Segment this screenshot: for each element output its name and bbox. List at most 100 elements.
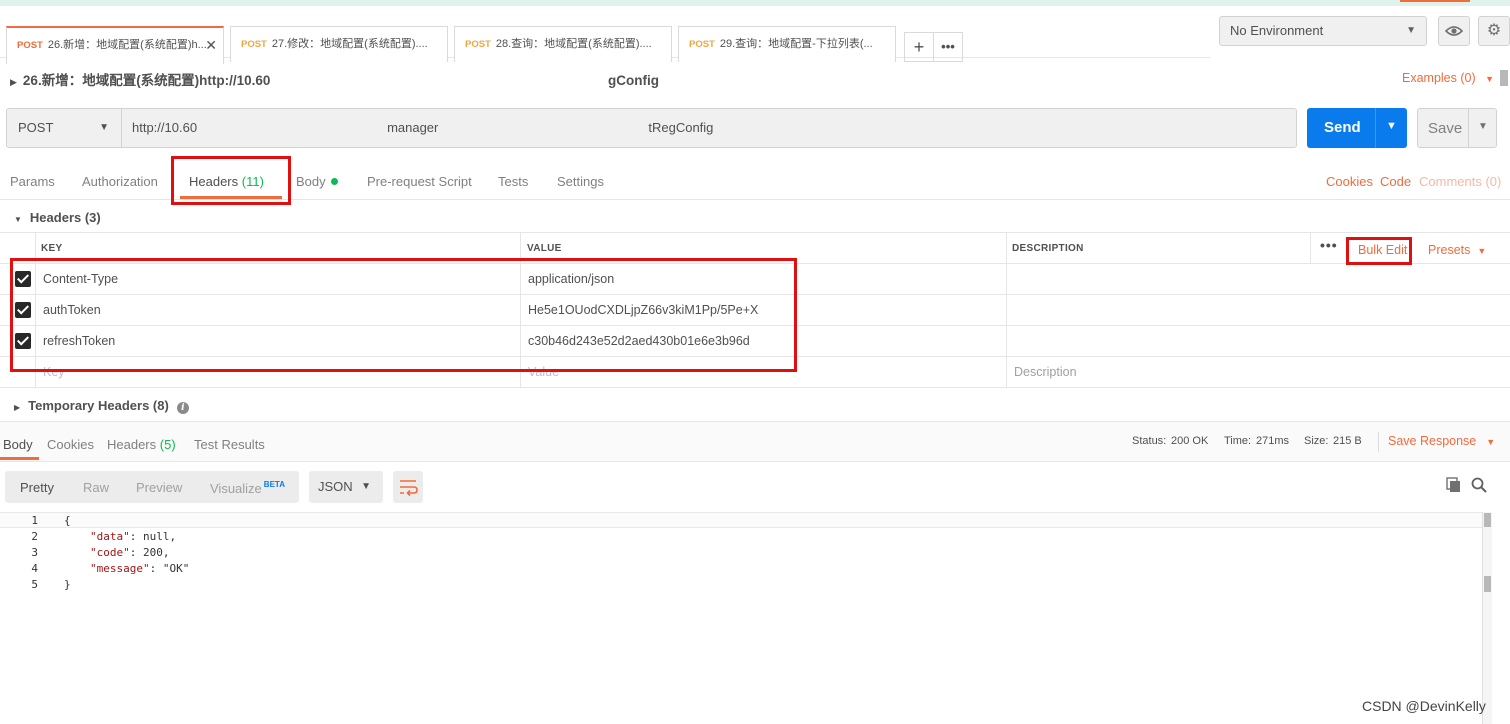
json-value: : 200, [129,546,170,559]
header-key-cell[interactable]: authToken [43,303,101,317]
response-tab-cookies[interactable]: Cookies [47,437,94,452]
tab-title: 27.修改：地域配置(系统配置).... [271,38,428,50]
time-value[interactable]: 271ms [1256,435,1289,447]
header-row-checkbox[interactable] [15,333,31,349]
examples-dropdown[interactable]: Examples (0) ▼ [1402,71,1494,85]
tab-title: 26.新增：地域配置(系统配置)h... [47,39,207,51]
status-value[interactable]: 200 OK [1171,435,1208,447]
search-icon[interactable] [1470,476,1488,494]
chevron-down-icon[interactable]: ▼ [1478,121,1488,132]
format-select[interactable]: JSON ▼ [309,471,383,503]
json-key: "data" [90,530,130,543]
more-options-icon[interactable]: ••• [1320,237,1338,253]
request-tab-29[interactable]: POST 29.查询：地域配置-下拉列表(... [678,26,896,62]
method-value: POST [18,120,54,135]
request-tab-26[interactable]: POST 26.新增：地域配置(系统配置)h... ✕ [6,26,224,64]
tab-title: 29.查询：地域配置-下拉列表(... [719,38,873,50]
active-tab-indicator [180,196,282,199]
line-number: 1 [31,514,38,527]
response-tab-body[interactable]: Body [3,437,33,452]
time-label: Time: [1224,435,1252,447]
header-value-cell[interactable]: He5e1OUodCXDLjpZ66v3kiM1Pp/5Pe+X [528,303,758,317]
bulk-edit-link[interactable]: Bulk Edit [1358,243,1407,257]
response-tab-test-results[interactable]: Test Results [194,437,265,452]
tab-tests[interactable]: Tests [498,174,528,189]
tab-params[interactable]: Params [10,174,55,189]
tab-method: POST [241,39,267,50]
tab-body[interactable]: Body [296,174,338,189]
code-line[interactable]: "message": "OK" [90,562,189,575]
tab-authorization[interactable]: Authorization [82,174,158,189]
request-tab-27[interactable]: POST 27.修改：地域配置(系统配置).... [230,26,448,62]
header-value-cell[interactable]: c30b46d243e52d2aed430b01e6e3b96d [528,334,750,348]
cookies-link[interactable]: Cookies [1326,174,1373,189]
caret-down-icon: ▼ [14,215,22,224]
request-subtabs: Params Authorization Headers (11) Body P… [0,162,1510,200]
view-preview[interactable]: Preview [136,480,182,495]
size-label: Size: [1304,435,1329,447]
url-input[interactable]: http://10.60 manager tRegConfig [121,108,1297,148]
caret-right-icon: ▶ [14,403,21,412]
column-header-value: VALUE [527,243,562,254]
tab-prerequest-script[interactable]: Pre-request Script [367,174,472,189]
tab-headers[interactable]: Headers (11) [189,174,264,189]
breadcrumb-tail: gConfig [607,73,659,88]
new-value-input[interactable]: Value [528,365,559,379]
environment-value: No Environment [1230,23,1324,38]
response-tab-headers[interactable]: Headers (5) [107,437,176,452]
new-tab-plus-icon[interactable]: + [904,32,934,62]
header-row-checkbox[interactable] [15,302,31,318]
line-number: 5 [31,578,38,591]
copy-icon[interactable] [1445,476,1463,494]
scrollbar[interactable] [1500,70,1508,86]
environment-select[interactable]: No Environment ▼ [1219,16,1427,46]
new-key-input[interactable]: Key [43,365,65,379]
view-pretty[interactable]: Pretty [20,480,54,495]
code-line[interactable]: "code": 200, [90,546,170,559]
info-icon[interactable]: i [176,402,189,414]
view-visualize[interactable]: Visualize BETA [210,480,285,496]
save-response-dropdown[interactable]: Save Response ▼ [1388,434,1495,448]
tab-headers-count: (11) [241,174,264,189]
json-key: "message" [90,562,150,575]
save-button[interactable]: Save ▼ [1417,108,1497,148]
column-header-key: KEY [41,243,63,254]
status-dot-icon [330,178,338,185]
code-link[interactable]: Code [1380,174,1411,189]
header-row-checkbox[interactable] [15,271,31,287]
code-line[interactable]: { [64,514,71,527]
headers-section-toggle[interactable]: ▼ Headers (3) [14,210,101,225]
save-response-label: Save Response [1388,434,1477,448]
code-line[interactable]: "data": null, [90,530,176,543]
line-number: 4 [31,562,38,575]
view-mode-segmented: Pretty Raw Preview Visualize BETA [5,471,299,503]
divider [1378,432,1379,452]
code-line[interactable]: } [64,578,71,591]
editor-scrollbar[interactable] [1482,512,1492,724]
header-value-cell[interactable]: application/json [528,272,614,286]
tab-method: POST [689,39,715,50]
chevron-down-icon[interactable]: ▼ [1386,120,1397,132]
tab-settings[interactable]: Settings [557,174,604,189]
tab-method: POST [465,39,491,50]
eye-icon[interactable] [1438,16,1470,46]
presets-dropdown[interactable]: Presets ▼ [1428,243,1486,257]
close-icon[interactable]: ✕ [205,28,217,62]
size-value[interactable]: 215 B [1333,435,1362,447]
tab-more-icon[interactable]: ••• [933,32,963,62]
send-button[interactable]: Send ▼ [1307,108,1407,148]
temporary-headers-toggle[interactable]: ▶ Temporary Headers (8) i [14,398,189,414]
header-key-cell[interactable]: refreshToken [43,334,115,348]
wrap-lines-icon[interactable] [393,471,423,503]
request-tab-28[interactable]: POST 28.查询：地域配置(系统配置).... [454,26,672,62]
column-header-description: DESCRIPTION [1012,243,1084,254]
view-raw[interactable]: Raw [83,480,109,495]
new-description-input[interactable]: Description [1014,365,1077,379]
chevron-down-icon: ▼ [1477,246,1487,256]
method-select[interactable]: POST ▼ [6,108,122,148]
visualize-label: Visualize [210,481,262,496]
header-key-cell[interactable]: Content-Type [43,272,118,286]
breadcrumb[interactable]: ▶ 26.新增：地域配置(系统配置)http://10.60 gConfig [10,69,659,89]
gear-icon[interactable]: ⚙ [1478,16,1510,46]
comments-link[interactable]: Comments (0) [1419,174,1501,189]
